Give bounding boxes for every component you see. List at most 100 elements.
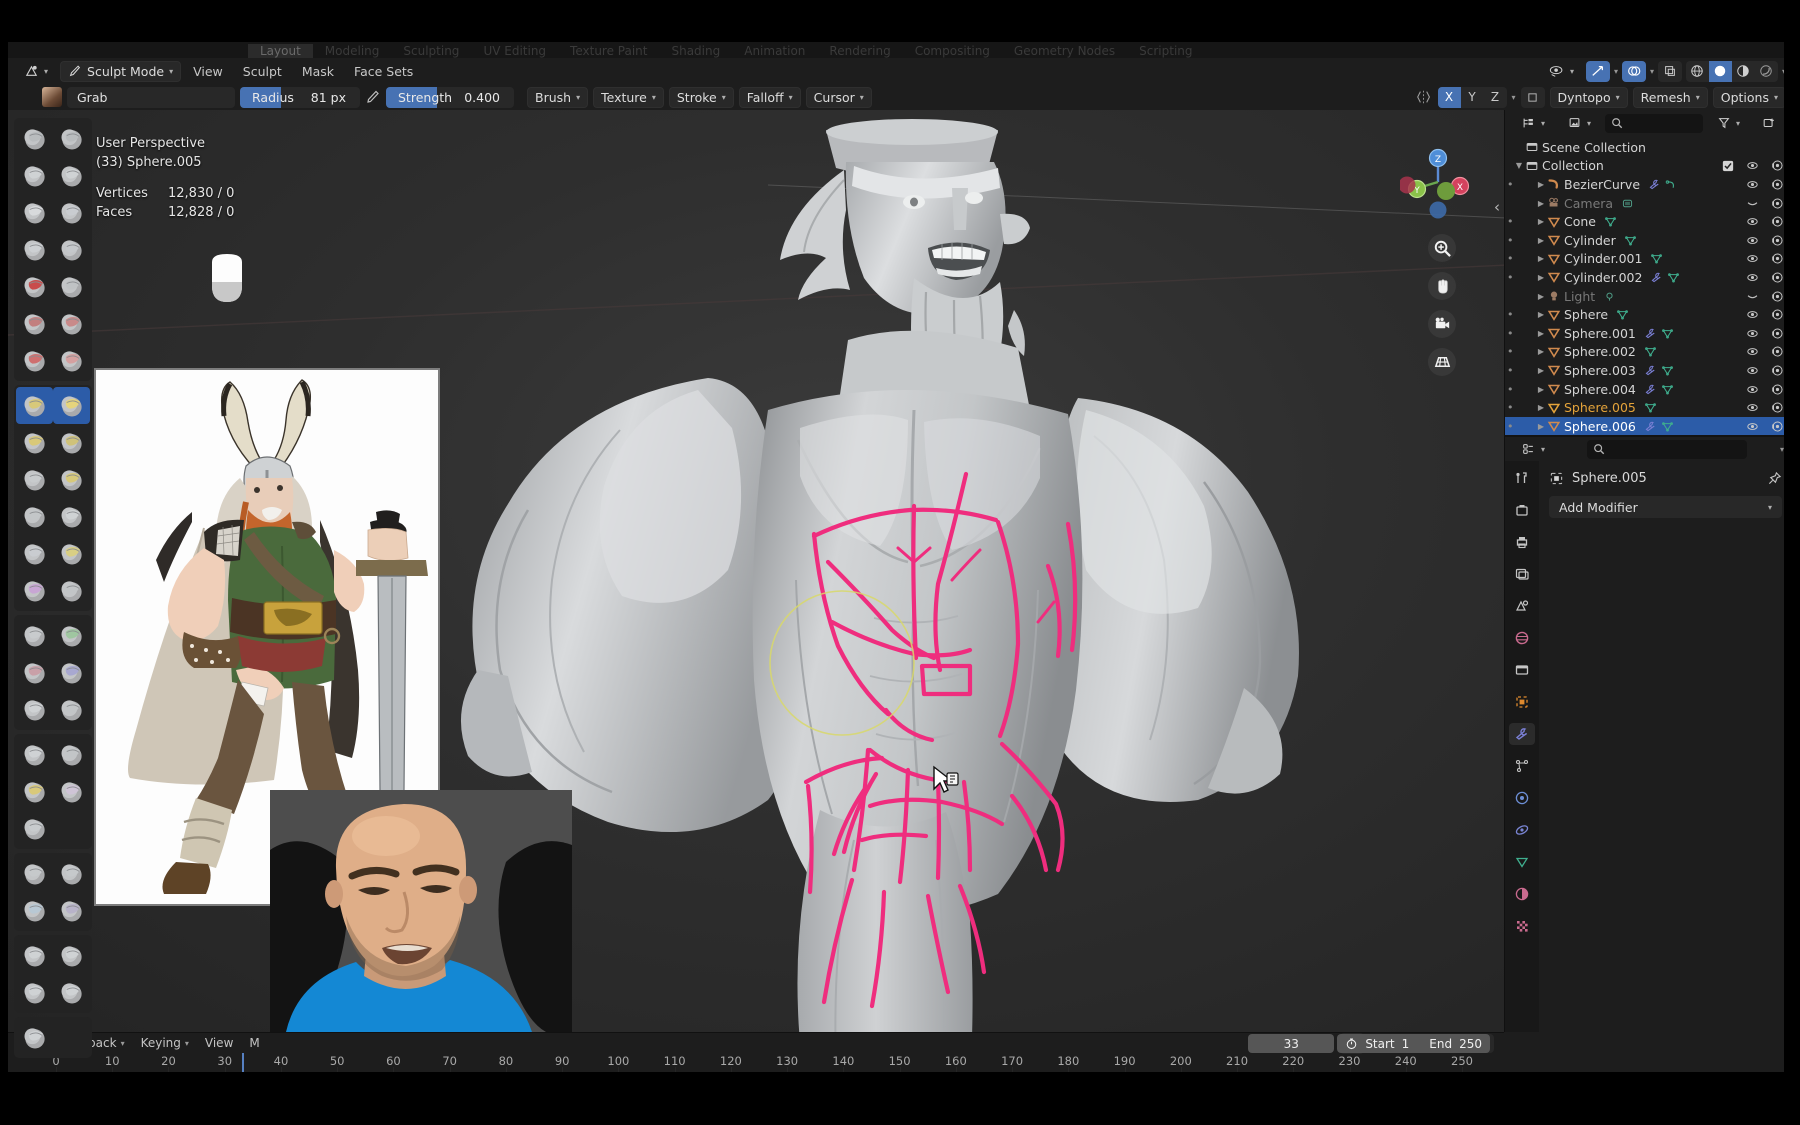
light-data-icon[interactable] [1603,290,1616,303]
outliner-item-cylinder-002[interactable]: •▶Cylinder.002 [1505,268,1792,287]
hide-in-viewport-icon[interactable] [1746,234,1759,247]
hide-in-viewport-icon[interactable] [1746,215,1759,228]
properties-tab-tool[interactable] [1509,467,1535,489]
outliner-item-camera[interactable]: ▶Camera [1505,194,1792,213]
mesh-data-icon[interactable] [1650,252,1663,265]
workspace-tab-shading[interactable]: Shading [659,44,732,58]
tool-box-trim[interactable] [16,773,53,810]
outliner-item-cone[interactable]: •▶Cone [1505,212,1792,231]
tool-nudge[interactable] [16,498,53,535]
tool-lasso-mask[interactable] [53,654,90,691]
current-frame-field[interactable]: 33 [1248,1034,1334,1053]
remesh-popover[interactable]: Remesh▾ [1633,87,1708,108]
tool-line-trim[interactable] [16,810,53,847]
hide-in-viewport-icon[interactable] [1746,345,1759,358]
tool-multiplane-scrape[interactable] [53,342,90,379]
tool-smooth[interactable] [53,268,90,305]
ortho-persp-toggle[interactable] [1428,348,1456,376]
hide-closed-icon[interactable] [1746,197,1759,210]
disable-in-render-icon[interactable] [1771,364,1784,377]
outliner-item-sphere-003[interactable]: •▶Sphere.003 [1505,361,1792,380]
disable-in-render-icon[interactable] [1771,178,1784,191]
properties-tab-strip[interactable] [1505,461,1539,1032]
hide-in-viewport-icon[interactable] [1746,178,1759,191]
disable-in-render-icon[interactable] [1771,308,1784,321]
tool-simplify[interactable] [53,572,90,609]
tool-pose[interactable] [53,461,90,498]
tiling-toggle[interactable] [1521,87,1545,108]
disable-in-render-icon[interactable] [1771,271,1784,284]
mesh-data-icon[interactable] [1624,234,1637,247]
tool-layer[interactable] [53,194,90,231]
mode-select-button[interactable]: Sculpt Mode ▾ [60,61,181,82]
outliner-row-collection[interactable]: ▼Collection [1505,157,1792,176]
hide-in-viewport-icon[interactable] [1746,401,1759,414]
hide-in-viewport-icon[interactable] [1746,420,1759,433]
tool-rotate-tool[interactable] [53,937,90,974]
disable-in-render-icon[interactable] [1771,159,1784,172]
outliner-item-beziercurve[interactable]: •▶BezierCurve [1505,175,1792,194]
properties-tab-particles[interactable] [1509,755,1535,777]
symmetry-axis-group[interactable]: X Y Z [1438,87,1507,108]
dyntopo-popover[interactable]: Dyntopo▾ [1550,87,1628,108]
properties-search-input[interactable] [1587,440,1747,459]
tool-box-mask[interactable] [16,654,53,691]
hide-in-viewport-icon[interactable] [1746,159,1759,172]
workspace-tab-geometry-nodes[interactable]: Geometry Nodes [1002,44,1127,58]
brush-name-field[interactable]: Grab [67,87,235,108]
tool-crease[interactable] [16,268,53,305]
disable-in-render-icon[interactable] [1771,252,1784,265]
pin-icon[interactable] [1767,471,1782,486]
tool-clay[interactable] [16,157,53,194]
options-popover[interactable]: Options▾ [1713,87,1786,108]
outliner-filter-button[interactable]: ▾ [1709,113,1748,134]
menu-sculpt[interactable]: Sculpt [235,64,290,79]
outliner-search-input[interactable] [1605,114,1703,133]
tool-transform-all[interactable] [53,974,90,1011]
outliner-item-sphere-004[interactable]: •▶Sphere.004 [1505,380,1792,399]
tool-line-project[interactable] [16,691,53,728]
radius-slider[interactable]: Radius 81 px [240,87,360,108]
tool-lasso-trim[interactable] [53,773,90,810]
outliner-item-sphere-005[interactable]: •▶Sphere.005 [1505,398,1792,417]
hide-in-viewport-icon[interactable] [1746,364,1759,377]
disable-in-render-icon[interactable] [1771,345,1784,358]
tool-thumb[interactable] [16,461,53,498]
properties-tab-view-layer[interactable] [1509,563,1535,585]
tool-flatten[interactable] [16,305,53,342]
shading-material[interactable] [1732,61,1755,82]
mesh-data-icon[interactable] [1644,345,1657,358]
outliner-row-scene-collection[interactable]: Scene Collection [1505,138,1792,157]
modifier-data-icon[interactable] [1644,327,1657,340]
properties-editor-type-button[interactable]: ▾ [1513,439,1553,460]
falloff-popover[interactable]: Falloff▾ [739,87,801,108]
editor-type-button[interactable]: ▾ [16,61,56,82]
tool-clay-strips[interactable] [53,157,90,194]
playhead[interactable] [242,1053,244,1072]
properties-tab-render[interactable] [1509,499,1535,521]
workspace-tab-layout[interactable]: Layout [248,44,313,58]
outliner-item-cylinder-001[interactable]: •▶Cylinder.001 [1505,250,1792,269]
properties-tab-material[interactable] [1509,883,1535,905]
outliner-item-sphere-001[interactable]: •▶Sphere.001 [1505,324,1792,343]
menu-mask[interactable]: Mask [294,64,342,79]
workspace-tab-modeling[interactable]: Modeling [313,44,392,58]
visibility-dropdown[interactable]: ▾ [1541,61,1582,82]
properties-tab-data[interactable] [1509,851,1535,873]
tool-box-hide[interactable] [16,736,53,773]
curve-data-icon[interactable] [1665,178,1678,191]
sculpt-toolbar[interactable] [14,118,92,1062]
texture-popover[interactable]: Texture▾ [593,87,664,108]
camera-data-icon[interactable] [1621,197,1634,210]
hide-in-viewport-icon[interactable] [1746,383,1759,396]
tool-clay-thumb[interactable] [16,194,53,231]
disable-in-render-icon[interactable] [1771,197,1784,210]
pan-button[interactable] [1428,272,1456,300]
properties-tab-collection[interactable] [1509,659,1535,681]
outliner-item-light[interactable]: ▶Light [1505,287,1792,306]
tool-mask[interactable] [16,617,53,654]
mesh-data-icon[interactable] [1661,383,1674,396]
tool-draw-sharp[interactable] [53,120,90,157]
workspace-tab-uv-editing[interactable]: UV Editing [471,44,558,58]
mesh-data-icon[interactable] [1667,271,1680,284]
